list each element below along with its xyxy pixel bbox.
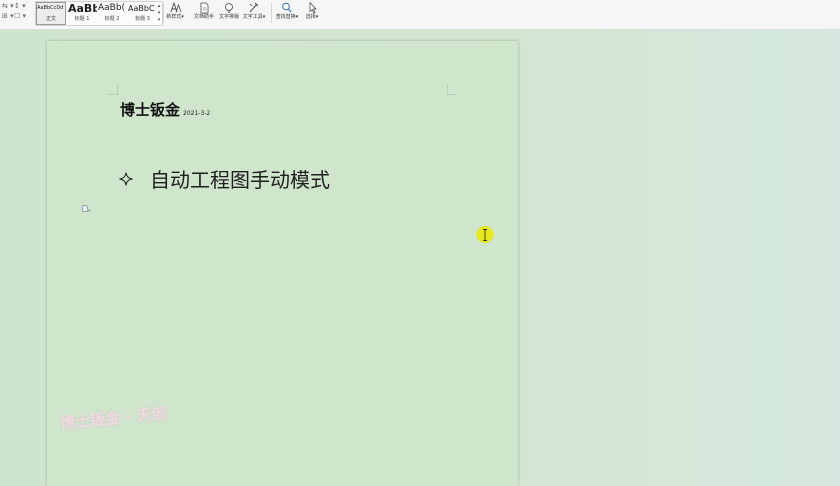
tool-label: 文字排版 — [218, 14, 239, 20]
tool-label: 文字工具▾ — [242, 14, 266, 20]
doc-assistant-button[interactable]: 文档助手 — [191, 1, 217, 25]
style-heading-1[interactable]: AaBb 标题 1 — [67, 2, 97, 25]
style-preview: AaBb( — [98, 3, 126, 13]
document-title: 博士钣金 — [120, 101, 181, 119]
new-style-button[interactable]: 新样式▾ — [163, 1, 187, 25]
select-button[interactable]: 选择▾ — [302, 1, 322, 25]
heading-text: 自动工程图手动模式 — [150, 168, 330, 192]
margin-corner-mark — [108, 85, 118, 95]
document-title-line[interactable]: 博士钣金 2021-3-2 — [120, 99, 210, 120]
select-cursor-icon — [309, 1, 317, 14]
tool-label: 查找替换▾ — [275, 14, 299, 20]
document-date: 2021-3-2 — [183, 110, 211, 117]
text-cursor-icon — [483, 229, 487, 241]
style-heading-3[interactable]: AaBbC 标题 3 — [127, 2, 158, 25]
style-name: 标题 1 — [74, 16, 90, 22]
paragraph-indent-icon[interactable]: ⊞ ▾ — [2, 13, 14, 20]
border-icon[interactable]: ☐ ▾ — [14, 13, 26, 20]
style-normal[interactable]: AaBbCcDd 正文 — [36, 2, 66, 25]
style-gallery: AaBbCcDd 正文 AaBb 标题 1 AaBb( 标题 2 AaBbC 标… — [35, 1, 163, 26]
new-style-icon — [170, 1, 182, 13]
style-preview: AaBbCcDd — [37, 5, 64, 11]
four-point-star-icon — [119, 171, 133, 186]
typesetting-icon — [225, 3, 233, 13]
toolbar-separator — [271, 3, 272, 23]
find-replace-icon — [282, 2, 292, 13]
tool-label: 选择▾ — [305, 14, 319, 20]
paragraph-marker[interactable]: ▾ — [82, 197, 91, 216]
margin-corner-mark — [447, 85, 457, 95]
text-tools-icon — [249, 2, 259, 13]
tool-label: 新样式▾ — [166, 14, 184, 20]
gallery-scroll-buttons[interactable]: ▴ ▾ ▾ — [156, 3, 162, 26]
style-heading-2[interactable]: AaBb( 标题 2 — [97, 2, 127, 25]
format-painter-icon[interactable]: ⇆ ▾ — [2, 3, 14, 10]
marker-arrow: ▾ — [88, 208, 91, 214]
style-preview: AaBb — [68, 2, 97, 15]
style-name: 正文 — [45, 16, 56, 22]
find-replace-button[interactable]: 查找替换▾ — [273, 1, 301, 25]
line-spacing-icon[interactable]: ↕ ▾ — [14, 3, 26, 10]
bullet-heading[interactable]: 自动工程图手动模式 — [119, 164, 330, 193]
style-preview: AaBbC — [128, 4, 155, 13]
tool-label: 文档助手 — [193, 14, 214, 20]
text-tools-button[interactable]: 文字工具▾ — [240, 1, 268, 25]
ribbon-toolbar: ⇆ ▾ ⊞ ▾ ↕ ▾ ☐ ▾ AaBbCcDd 正文 AaBb 标题 1 Aa… — [0, 0, 840, 30]
style-name: 标题 3 — [135, 16, 150, 22]
style-name: 标题 2 — [104, 16, 120, 22]
doc-assistant-icon — [200, 2, 209, 14]
typesetting-button[interactable]: 文字排版 — [217, 1, 241, 25]
clipboard-format-group: ⇆ ▾ ⊞ ▾ ↕ ▾ ☐ ▾ — [0, 1, 30, 27]
